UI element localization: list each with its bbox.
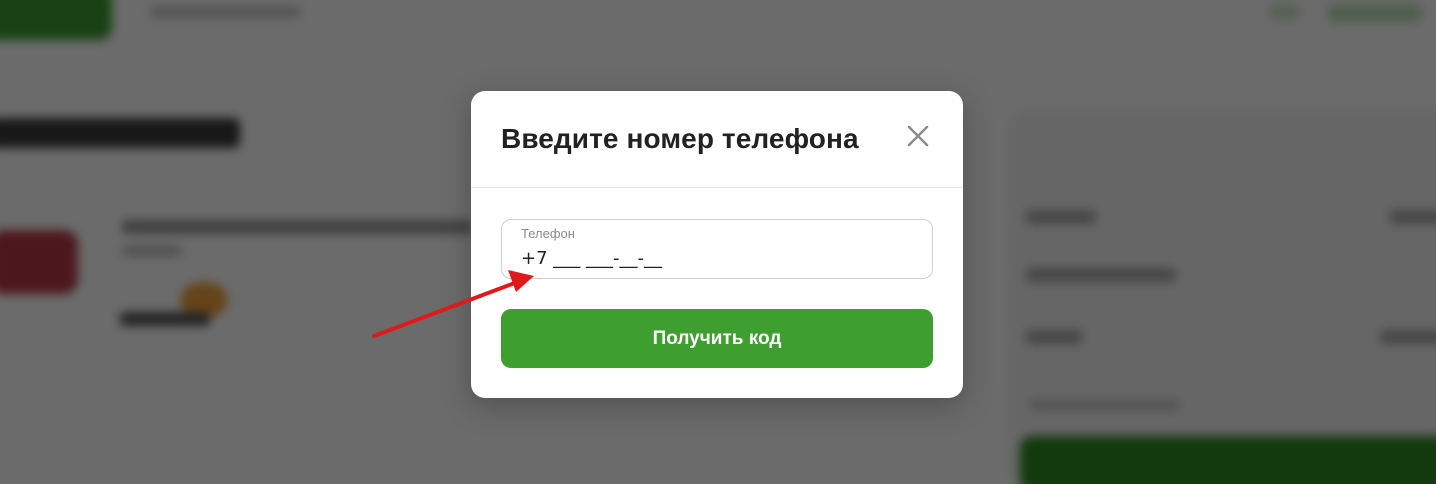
red-arrow-icon	[372, 270, 534, 338]
modal-header: Введите номер телефона	[471, 91, 963, 188]
close-button[interactable]	[903, 121, 933, 151]
phone-label: Телефон	[521, 226, 575, 241]
page: Введите номер телефона Телефон Получить …	[0, 0, 1436, 484]
phone-input[interactable]	[521, 245, 911, 271]
get-code-button[interactable]: Получить код	[501, 309, 933, 368]
close-icon	[907, 125, 929, 147]
modal-title: Введите номер телефона	[501, 123, 859, 154]
phone-modal: Введите номер телефона Телефон Получить …	[471, 91, 963, 398]
phone-field[interactable]: Телефон	[501, 219, 933, 279]
